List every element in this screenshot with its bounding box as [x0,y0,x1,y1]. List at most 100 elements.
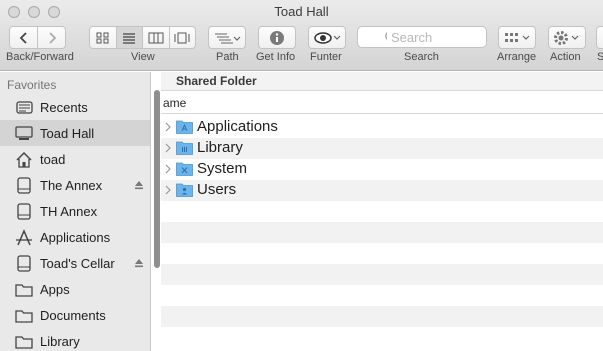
disclosure-triangle-icon[interactable] [165,185,171,195]
drive-icon [15,254,33,272]
disclosure-triangle-icon[interactable] [165,143,171,153]
sidebar-item-label: Library [40,333,80,349]
folder-icon [15,280,33,298]
sidebar-item-label: The Annex [40,177,103,193]
file-list-pane: Shared Folder ame Applications Library S… [161,72,603,351]
columns-icon [148,32,164,43]
sidebar-item-label: Applications [40,229,111,245]
sidebar-item-toad-hall[interactable]: Toad Hall [0,120,150,146]
arrange-icon [505,32,530,42]
sidebar-item-label: toad [40,151,66,167]
sidebar-item-label: Toad Hall [40,125,95,141]
arrange-label: Arrange [497,51,537,63]
eye-icon [314,31,341,44]
arrange-button[interactable] [498,26,536,49]
computer-icon [15,124,33,142]
applications-icon [15,228,33,246]
row-label: Users [197,181,237,198]
empty-row [161,327,603,348]
drive-icon [15,202,33,220]
gallery-icon [174,32,190,43]
sidebar-item-label: Recents [40,99,88,115]
table-row[interactable]: Applications [161,117,603,138]
get-info-button[interactable] [258,26,296,49]
action-button[interactable] [548,26,586,49]
disclosure-triangle-icon[interactable] [165,164,171,174]
search-input[interactable] [391,29,486,45]
back-forward-control [9,26,66,49]
path-header-title: Shared Folder [176,74,257,88]
sidebar-item-apps[interactable]: Apps [0,276,150,302]
users-folder-icon [176,183,193,197]
sidebar-item-th-annex[interactable]: TH Annex [0,198,150,224]
window-toolbar: Toad Hall Back/Forward View Path Get Inf… [0,0,603,71]
sidebar-item-label: TH Annex [40,203,98,219]
row-label: Library [197,139,243,156]
view-mode-control [89,26,196,49]
folder-icon [15,306,33,324]
empty-row [161,306,603,327]
path-icon [215,33,241,43]
column-header-label: ame [163,96,187,110]
row-label: System [197,160,248,177]
info-icon [270,30,284,45]
view-list-button[interactable] [116,27,143,48]
eject-icon[interactable] [134,180,144,190]
sidebar-item-toads-cellar[interactable]: Toad's Cellar [0,250,150,276]
get-info-label: Get Info [256,51,296,63]
view-columns-button[interactable] [143,27,170,48]
path-button[interactable] [208,26,246,49]
view-label: View [131,51,155,63]
library-folder-icon [176,141,193,155]
home-icon [15,150,33,168]
sidebar: Favorites Recents Toad Hall toad The Ann… [0,72,151,351]
path-label: Path [216,51,239,63]
sidebar-section-favorites: Favorites [7,78,57,92]
table-row[interactable]: Users [161,180,603,201]
sidebar-scrollbar[interactable] [154,90,160,268]
view-icons-button[interactable] [90,27,117,48]
sidebar-item-label: Documents [40,307,106,323]
sidebar-item-applications[interactable]: Applications [0,224,150,250]
chevron-left-icon [19,31,27,44]
back-forward-label: Back/Forward [6,51,74,63]
sidebar-item-toad[interactable]: toad [0,146,150,172]
empty-row [161,264,603,285]
funter-label: Funter [310,51,342,63]
empty-row [161,201,603,222]
chevron-right-icon [48,31,56,44]
row-label: Applications [197,118,278,135]
sidebar-item-recents[interactable]: Recents [0,94,150,120]
sidebar-item-library[interactable]: Library [0,328,150,351]
empty-row [161,243,603,264]
search-field[interactable] [357,26,487,48]
share-button[interactable] [596,26,603,49]
drive-icon [15,176,33,194]
folder-icon [15,332,33,350]
sidebar-item-the-annex[interactable]: The Annex [0,172,150,198]
action-label: Action [550,51,581,63]
eject-icon[interactable] [134,258,144,268]
funter-button[interactable] [308,26,346,49]
sidebar-item-label: Toad's Cellar [40,255,115,271]
path-header: Shared Folder [161,72,603,91]
view-gallery-button[interactable] [170,27,196,48]
list-icon [123,32,136,44]
empty-row [161,222,603,243]
gear-icon [554,30,579,45]
system-folder-icon [176,162,193,176]
table-row[interactable]: Library [161,138,603,159]
search-icon [385,32,387,40]
sidebar-item-documents[interactable]: Documents [0,302,150,328]
window-title: Toad Hall [274,4,329,19]
search-label: Search [404,51,439,63]
disclosure-triangle-icon[interactable] [165,122,171,132]
grid-icon [96,32,109,43]
column-header-name[interactable]: ame [161,92,603,114]
recents-icon [15,98,33,116]
share-label: S [597,51,603,63]
back-button[interactable] [10,27,38,48]
table-row[interactable]: System [161,159,603,180]
forward-button[interactable] [38,27,65,48]
empty-row [161,285,603,306]
